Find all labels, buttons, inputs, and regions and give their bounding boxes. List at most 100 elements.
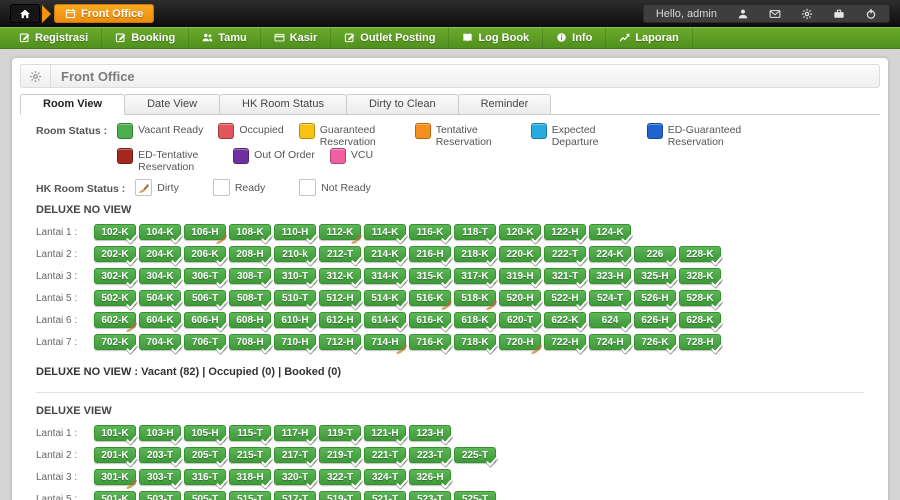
room-button-325-h[interactable]: 325-H <box>634 268 676 284</box>
room-button-110-h[interactable]: 110-H <box>274 224 316 240</box>
room-button-602-k[interactable]: 602-K <box>94 312 136 328</box>
room-button-622-k[interactable]: 622-K <box>544 312 586 328</box>
nav-item-tamu[interactable]: Tamu <box>189 27 261 48</box>
room-button-223-t[interactable]: 223-T <box>409 447 451 463</box>
room-button-308-t[interactable]: 308-T <box>229 268 271 284</box>
nav-item-info[interactable]: Info <box>543 27 606 48</box>
room-button-219-t[interactable]: 219-T <box>319 447 361 463</box>
room-button-220-k[interactable]: 220-K <box>499 246 541 262</box>
room-button-114-k[interactable]: 114-K <box>364 224 406 240</box>
room-button-118-t[interactable]: 118-T <box>454 224 496 240</box>
room-button-123-h[interactable]: 123-H <box>409 425 451 441</box>
room-button-702-k[interactable]: 702-K <box>94 334 136 350</box>
room-button-626-h[interactable]: 626-H <box>634 312 676 328</box>
room-button-525-t[interactable]: 525-T <box>454 491 496 500</box>
room-button-712-h[interactable]: 712-H <box>319 334 361 350</box>
room-button-628-k[interactable]: 628-K <box>679 312 721 328</box>
room-button-528-k[interactable]: 528-K <box>679 290 721 306</box>
room-button-106-h[interactable]: 106-H <box>184 224 226 240</box>
room-button-320-t[interactable]: 320-T <box>274 469 316 485</box>
room-button-516-k[interactable]: 516-K <box>409 290 451 306</box>
room-button-501-k[interactable]: 501-K <box>94 491 136 500</box>
room-button-226[interactable]: 226 <box>634 246 676 262</box>
room-button-508-t[interactable]: 508-T <box>229 290 271 306</box>
room-button-218-k[interactable]: 218-K <box>454 246 496 262</box>
nav-item-log-book[interactable]: Log Book <box>449 27 543 48</box>
room-button-328-k[interactable]: 328-K <box>679 268 721 284</box>
room-button-517-t[interactable]: 517-T <box>274 491 316 500</box>
mail-icon[interactable] <box>769 8 781 20</box>
room-button-117-h[interactable]: 117-H <box>274 425 316 441</box>
room-button-222-t[interactable]: 222-T <box>544 246 586 262</box>
nav-item-booking[interactable]: Booking <box>102 27 189 48</box>
tab-room-view[interactable]: Room View <box>20 94 125 115</box>
room-button-204-k[interactable]: 204-K <box>139 246 181 262</box>
room-button-620-t[interactable]: 620-T <box>499 312 541 328</box>
room-button-210-k[interactable]: 210-k <box>274 246 316 262</box>
tab-reminder[interactable]: Reminder <box>458 94 552 115</box>
user-icon[interactable] <box>737 8 749 20</box>
room-button-521-t[interactable]: 521-T <box>364 491 406 500</box>
nav-item-registrasi[interactable]: Registrasi <box>6 27 102 48</box>
room-button-212-t[interactable]: 212-T <box>319 246 361 262</box>
room-button-503-t[interactable]: 503-T <box>139 491 181 500</box>
room-button-318-h[interactable]: 318-H <box>229 469 271 485</box>
room-button-104-k[interactable]: 104-K <box>139 224 181 240</box>
breadcrumb-front-office-button[interactable]: Front Office <box>54 4 154 23</box>
room-button-720-h[interactable]: 720-H <box>499 334 541 350</box>
room-button-314-k[interactable]: 314-K <box>364 268 406 284</box>
room-button-522-h[interactable]: 522-H <box>544 290 586 306</box>
room-button-119-t[interactable]: 119-T <box>319 425 361 441</box>
room-button-518-k[interactable]: 518-K <box>454 290 496 306</box>
room-button-201-k[interactable]: 201-K <box>94 447 136 463</box>
room-button-304-k[interactable]: 304-K <box>139 268 181 284</box>
room-button-326-h[interactable]: 326-H <box>409 469 451 485</box>
room-button-224-k[interactable]: 224-K <box>589 246 631 262</box>
room-button-316-t[interactable]: 316-T <box>184 469 226 485</box>
room-button-710-h[interactable]: 710-H <box>274 334 316 350</box>
room-button-116-k[interactable]: 116-K <box>409 224 451 240</box>
room-button-512-h[interactable]: 512-H <box>319 290 361 306</box>
tab-date-view[interactable]: Date View <box>124 94 220 115</box>
room-button-716-k[interactable]: 716-K <box>409 334 451 350</box>
room-button-216-h[interactable]: 216-H <box>409 246 451 262</box>
room-button-115-t[interactable]: 115-T <box>229 425 271 441</box>
room-button-317-k[interactable]: 317-K <box>454 268 496 284</box>
room-button-524-t[interactable]: 524-T <box>589 290 631 306</box>
room-button-205-t[interactable]: 205-T <box>184 447 226 463</box>
room-button-523-t[interactable]: 523-T <box>409 491 451 500</box>
room-button-302-k[interactable]: 302-K <box>94 268 136 284</box>
room-button-217-t[interactable]: 217-T <box>274 447 316 463</box>
room-button-315-k[interactable]: 315-K <box>409 268 451 284</box>
room-button-324-t[interactable]: 324-T <box>364 469 406 485</box>
tab-hk-room-status[interactable]: HK Room Status <box>219 94 347 115</box>
room-button-323-h[interactable]: 323-H <box>589 268 631 284</box>
room-button-515-t[interactable]: 515-T <box>229 491 271 500</box>
room-button-612-h[interactable]: 612-H <box>319 312 361 328</box>
room-button-310-t[interactable]: 310-T <box>274 268 316 284</box>
room-button-610-h[interactable]: 610-H <box>274 312 316 328</box>
room-button-215-t[interactable]: 215-T <box>229 447 271 463</box>
room-button-121-h[interactable]: 121-H <box>364 425 406 441</box>
room-button-105-h[interactable]: 105-H <box>184 425 226 441</box>
room-button-728-h[interactable]: 728-H <box>679 334 721 350</box>
room-button-122-h[interactable]: 122-H <box>544 224 586 240</box>
panel-settings-button[interactable] <box>21 65 51 87</box>
room-button-306-t[interactable]: 306-T <box>184 268 226 284</box>
room-button-502-k[interactable]: 502-K <box>94 290 136 306</box>
room-button-202-k[interactable]: 202-K <box>94 246 136 262</box>
room-button-718-k[interactable]: 718-K <box>454 334 496 350</box>
room-button-714-h[interactable]: 714-H <box>364 334 406 350</box>
room-button-519-t[interactable]: 519-T <box>319 491 361 500</box>
room-button-614-k[interactable]: 614-K <box>364 312 406 328</box>
room-button-312-k[interactable]: 312-K <box>319 268 361 284</box>
room-button-520-h[interactable]: 520-H <box>499 290 541 306</box>
room-button-221-t[interactable]: 221-T <box>364 447 406 463</box>
room-button-120-k[interactable]: 120-K <box>499 224 541 240</box>
room-button-608-h[interactable]: 608-H <box>229 312 271 328</box>
room-button-319-h[interactable]: 319-H <box>499 268 541 284</box>
room-button-322-t[interactable]: 322-T <box>319 469 361 485</box>
room-button-206-k[interactable]: 206-K <box>184 246 226 262</box>
room-button-514-k[interactable]: 514-K <box>364 290 406 306</box>
room-button-624[interactable]: 624 <box>589 312 631 328</box>
